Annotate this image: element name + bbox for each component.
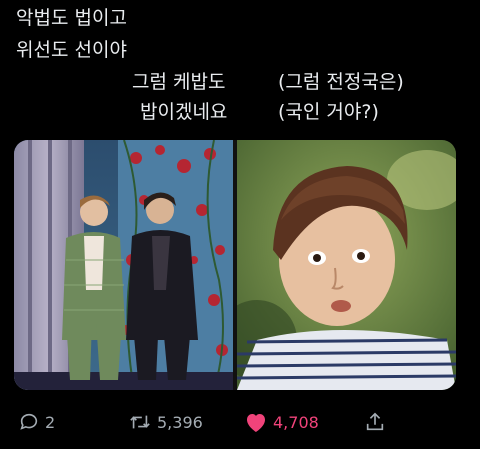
reply-button[interactable]: 2 — [18, 408, 55, 436]
heart-icon — [244, 411, 268, 433]
media-photo-left[interactable] — [14, 140, 233, 390]
tweet-line-4: 밥이겠네요 — [140, 101, 228, 123]
media-photo-right[interactable] — [237, 140, 456, 390]
tweet-line-6: (국인 거야?) — [278, 101, 379, 123]
tweet-text: 악법도 법이고 위선도 선이야 그럼 케밥도 밥이겠네요 (그럼 전정국은) (… — [16, 4, 464, 134]
portrait-shirt — [237, 330, 456, 390]
tweet-line-2: 위선도 선이야 — [16, 39, 127, 61]
tweet-line-1: 악법도 법이고 — [16, 7, 127, 29]
reply-count: 2 — [45, 412, 56, 432]
retweet-arrows-icon — [128, 411, 152, 433]
tweet-line-3: 그럼 케밥도 — [132, 71, 226, 93]
reply-bubble-icon — [18, 411, 40, 433]
portrait-photo-illustration — [237, 140, 456, 390]
stage-photo-illustration — [14, 140, 233, 390]
like-button[interactable]: 4,708 — [244, 408, 319, 436]
tweet-media — [14, 140, 456, 390]
share-button[interactable] — [364, 408, 386, 436]
tweet-line-5: (그럼 전정국은) — [278, 71, 404, 93]
tweet-actions-bar: 2 5,396 4,708 — [0, 402, 480, 442]
retweet-count: 5,396 — [157, 412, 203, 432]
retweet-button[interactable]: 5,396 — [128, 408, 203, 436]
like-count: 4,708 — [273, 412, 319, 432]
share-upload-icon — [364, 411, 386, 433]
